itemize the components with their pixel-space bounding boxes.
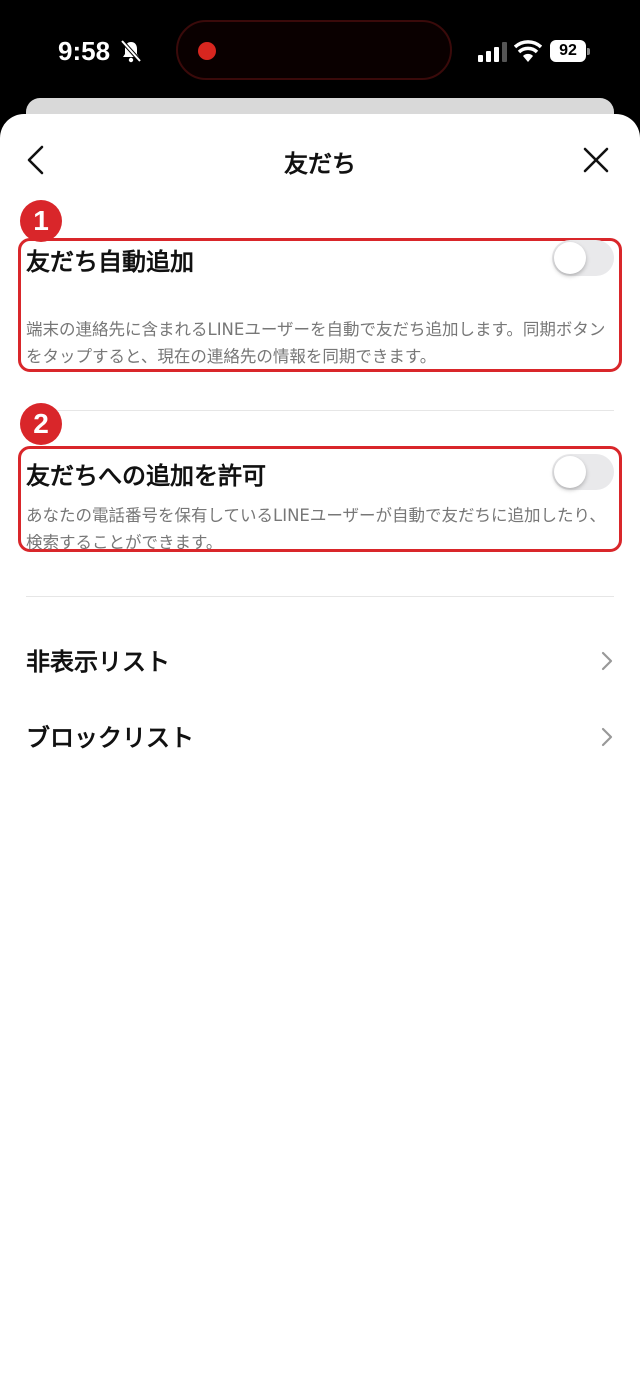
close-icon[interactable] <box>582 146 610 174</box>
recording-indicator <box>198 42 216 60</box>
bell-slash-icon <box>120 39 142 63</box>
battery-level: 92 <box>550 40 586 62</box>
friends-settings-sheet: 友だち 1 友だち自動追加 端末の連絡先に含まれるLINEユーザーを自動で友だち… <box>0 114 640 1391</box>
status-bar: 9:58 92 <box>0 0 640 100</box>
hidden-list-item[interactable]: 非表示リスト <box>0 628 640 692</box>
auto-add-title: 友だち自動追加 <box>26 248 194 276</box>
page-title: 友だち <box>284 150 356 178</box>
chevron-right-icon <box>601 651 613 671</box>
block-list-label: ブロックリスト <box>26 724 194 752</box>
navigation-bar: 友だち <box>0 114 640 206</box>
annotation-badge-2: 2 <box>20 403 62 445</box>
toggle-knob <box>554 242 586 274</box>
auto-add-description: 端末の連絡先に含まれるLINEユーザーを自動で友だち追加します。同期ボタンをタッ… <box>26 320 606 366</box>
battery-icon: 92 <box>550 40 590 64</box>
toggle-knob <box>554 456 586 488</box>
chevron-right-icon <box>601 727 613 747</box>
hidden-list-label: 非表示リスト <box>26 648 170 676</box>
signal-icon <box>478 42 507 62</box>
divider <box>26 410 614 411</box>
annotation-badge-1: 1 <box>20 200 62 242</box>
wifi-icon <box>514 40 542 62</box>
divider <box>26 596 614 597</box>
allow-add-toggle[interactable] <box>552 454 614 490</box>
block-list-item[interactable]: ブロックリスト <box>0 704 640 768</box>
status-time: 9:58 <box>58 36 111 66</box>
dynamic-island <box>176 20 452 80</box>
allow-add-description: あなたの電話番号を保有しているLINEユーザーが自動で友だちに追加したり、検索す… <box>26 506 606 552</box>
battery-tip <box>587 48 590 55</box>
allow-add-title: 友だちへの追加を許可 <box>26 462 266 490</box>
auto-add-toggle[interactable] <box>552 240 614 276</box>
